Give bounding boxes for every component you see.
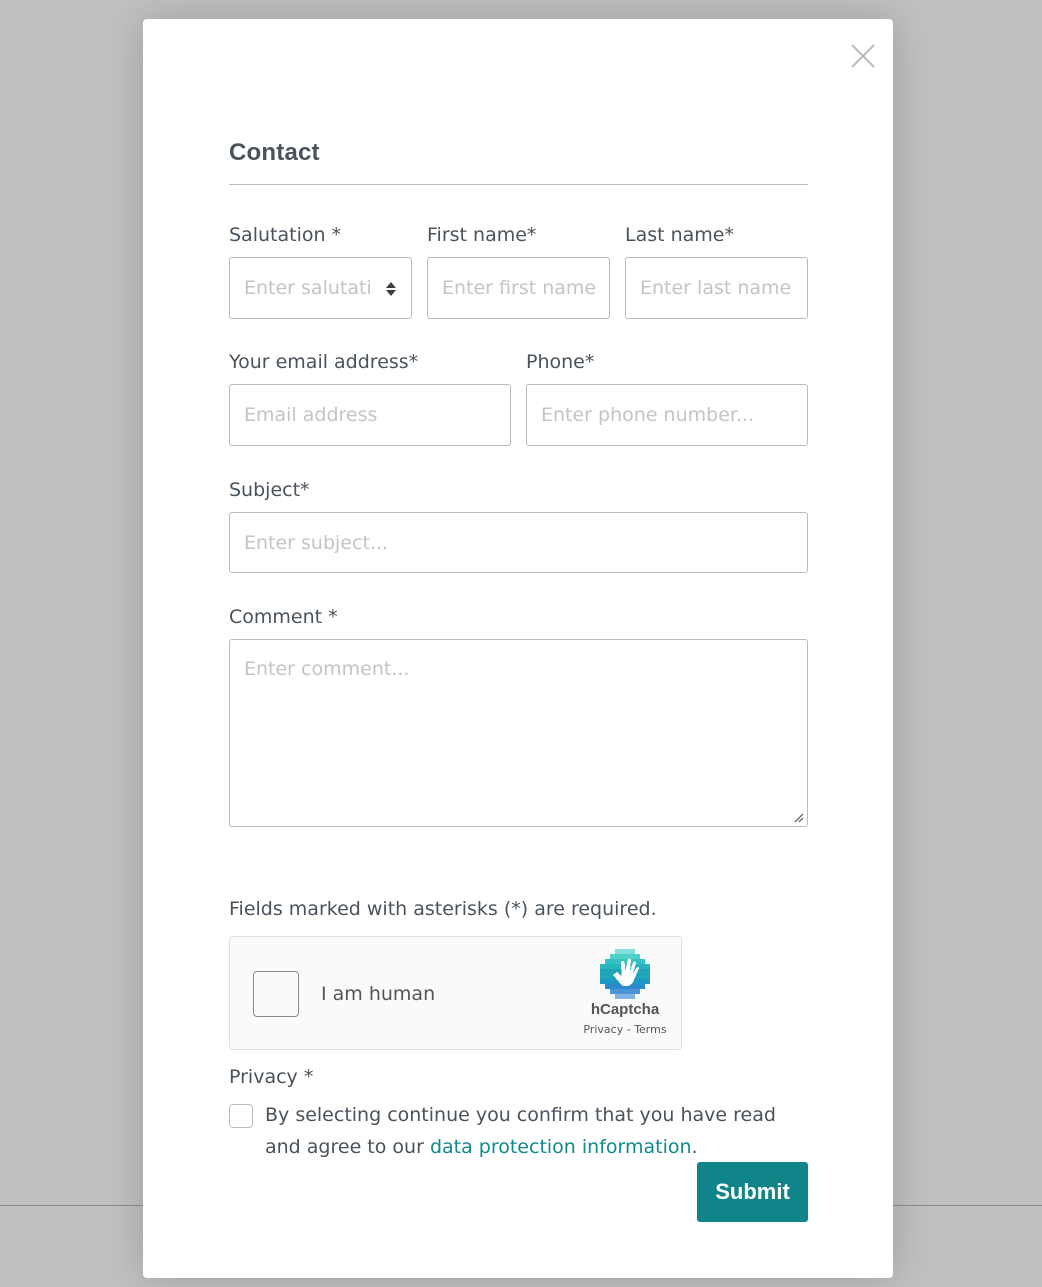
first-name-placeholder: Enter first name — [442, 277, 595, 299]
contact-modal: Contact Salutation * Enter salutati Firs… — [143, 19, 893, 1278]
phone-input[interactable]: Enter phone number... — [526, 384, 808, 446]
captcha-checkbox[interactable] — [253, 971, 299, 1017]
comment-label: Comment * — [229, 606, 338, 628]
subject-label: Subject* — [229, 479, 310, 501]
close-icon — [851, 44, 875, 68]
salutation-select[interactable]: Enter salutati — [229, 257, 412, 319]
captcha-links: Privacy - Terms — [571, 1023, 679, 1036]
captcha-privacy-link[interactable]: Privacy — [583, 1023, 623, 1036]
sort-arrows-icon — [386, 282, 396, 296]
email-input[interactable]: Email address — [229, 384, 511, 446]
privacy-text-after: . — [691, 1136, 698, 1158]
captcha-terms-link[interactable]: Terms — [634, 1023, 666, 1036]
phone-label: Phone* — [526, 351, 595, 373]
captcha-brand: hCaptcha — [590, 1001, 660, 1018]
required-fields-note: Fields marked with asterisks (*) are req… — [229, 898, 657, 920]
email-placeholder: Email address — [244, 404, 378, 426]
resize-handle-icon[interactable] — [792, 811, 804, 823]
captcha-label: I am human — [321, 983, 436, 1005]
first-name-label: First name* — [427, 224, 537, 246]
last-name-placeholder: Enter last name — [640, 277, 792, 299]
subject-input[interactable]: Enter subject... — [229, 512, 808, 573]
last-name-input[interactable]: Enter last name — [625, 257, 808, 319]
comment-textarea[interactable]: Enter comment... — [229, 639, 808, 827]
captcha-link-separator: - — [623, 1023, 635, 1036]
salutation-placeholder: Enter salutati — [244, 277, 372, 299]
hcaptcha-logo-icon — [600, 949, 650, 999]
submit-button[interactable]: Submit — [697, 1162, 808, 1222]
data-protection-link[interactable]: data protection information — [430, 1136, 692, 1158]
privacy-label: Privacy * — [229, 1066, 314, 1088]
comment-placeholder: Enter comment... — [244, 658, 410, 680]
salutation-label: Salutation * — [229, 224, 342, 246]
hcaptcha-widget: I am human hCaptcha Privacy - Terms — [229, 936, 682, 1050]
privacy-checkbox[interactable] — [229, 1104, 253, 1128]
subject-placeholder: Enter subject... — [244, 531, 389, 554]
email-label: Your email address* — [229, 351, 419, 373]
phone-placeholder: Enter phone number... — [541, 404, 755, 426]
modal-title: Contact — [229, 139, 320, 166]
close-button[interactable] — [850, 43, 876, 69]
first-name-input[interactable]: Enter first name — [427, 257, 610, 319]
last-name-label: Last name* — [625, 224, 734, 246]
title-divider — [229, 184, 808, 185]
privacy-consent-text: By selecting continue you confirm that y… — [265, 1099, 810, 1163]
